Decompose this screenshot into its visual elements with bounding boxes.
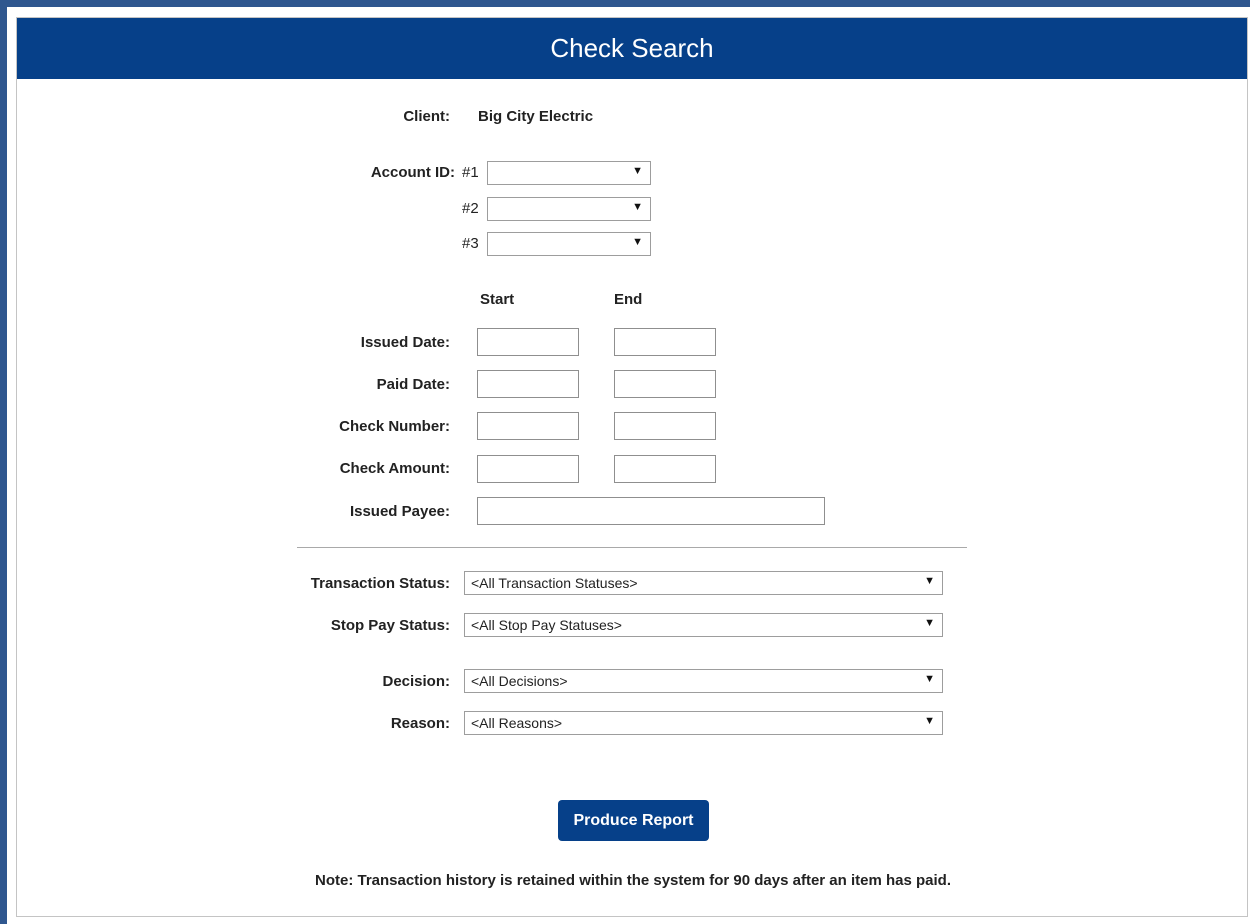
- dropdown-arrow-icon: ▼: [632, 201, 643, 213]
- decision-label: Decision:: [382, 673, 450, 690]
- dropdown-arrow-icon: ▼: [924, 715, 935, 727]
- reason-label: Reason:: [390, 715, 450, 732]
- issued-date-end-input[interactable]: [614, 328, 716, 356]
- section-divider: [297, 547, 967, 548]
- check-amount-end-input[interactable]: [614, 455, 716, 483]
- transaction-status-select[interactable]: <All Transaction Statuses> ▼: [464, 571, 943, 595]
- issued-payee-label: Issued Payee:: [349, 503, 450, 520]
- stop-pay-status-label: Stop Pay Status:: [330, 617, 450, 634]
- account-slot-3-index: #3: [462, 235, 479, 252]
- reason-select[interactable]: <All Reasons> ▼: [464, 711, 943, 735]
- window-frame-left: [0, 0, 7, 924]
- dropdown-arrow-icon: ▼: [632, 165, 643, 177]
- check-amount-label: Check Amount:: [339, 460, 450, 477]
- account-slot-1-index: #1: [462, 164, 479, 181]
- dropdown-arrow-icon: ▼: [924, 617, 935, 629]
- issued-date-start-input[interactable]: [477, 328, 579, 356]
- check-number-start-input[interactable]: [477, 412, 579, 440]
- end-column-header: End: [614, 291, 643, 308]
- page-title: Check Search: [550, 33, 714, 63]
- check-amount-start-input[interactable]: [477, 455, 579, 483]
- account-id-3-select[interactable]: ▼: [487, 232, 651, 256]
- transaction-status-label: Transaction Status:: [310, 575, 450, 592]
- client-value: Big City Electric: [478, 108, 594, 125]
- decision-select[interactable]: <All Decisions> ▼: [464, 669, 943, 693]
- reason-value: <All Reasons>: [471, 715, 563, 731]
- paid-date-label: Paid Date:: [376, 376, 450, 393]
- start-column-header: Start: [480, 291, 515, 308]
- window-frame-top: [0, 0, 1250, 7]
- stop-pay-status-select[interactable]: <All Stop Pay Statuses> ▼: [464, 613, 943, 637]
- account-id-2-select[interactable]: ▼: [487, 197, 651, 221]
- retention-note: Note: Transaction history is retained wi…: [314, 872, 951, 889]
- client-label: Client:: [403, 108, 450, 125]
- paid-date-start-input[interactable]: [477, 370, 579, 398]
- dropdown-arrow-icon: ▼: [632, 236, 643, 248]
- decision-value: <All Decisions>: [471, 673, 568, 689]
- check-number-end-input[interactable]: [614, 412, 716, 440]
- account-id-1-select[interactable]: ▼: [487, 161, 651, 185]
- dropdown-arrow-icon: ▼: [924, 673, 935, 685]
- account-id-label: Account ID:: [370, 164, 455, 181]
- page-header: Check Search: [17, 18, 1247, 79]
- check-number-label: Check Number:: [339, 418, 450, 435]
- issued-date-label: Issued Date:: [360, 334, 450, 351]
- produce-report-button[interactable]: Produce Report: [558, 800, 709, 841]
- account-slot-2-index: #2: [462, 200, 479, 217]
- stop-pay-status-value: <All Stop Pay Statuses>: [471, 617, 622, 633]
- dropdown-arrow-icon: ▼: [924, 575, 935, 587]
- issued-payee-input[interactable]: [477, 497, 825, 525]
- transaction-status-value: <All Transaction Statuses>: [471, 575, 638, 591]
- paid-date-end-input[interactable]: [614, 370, 716, 398]
